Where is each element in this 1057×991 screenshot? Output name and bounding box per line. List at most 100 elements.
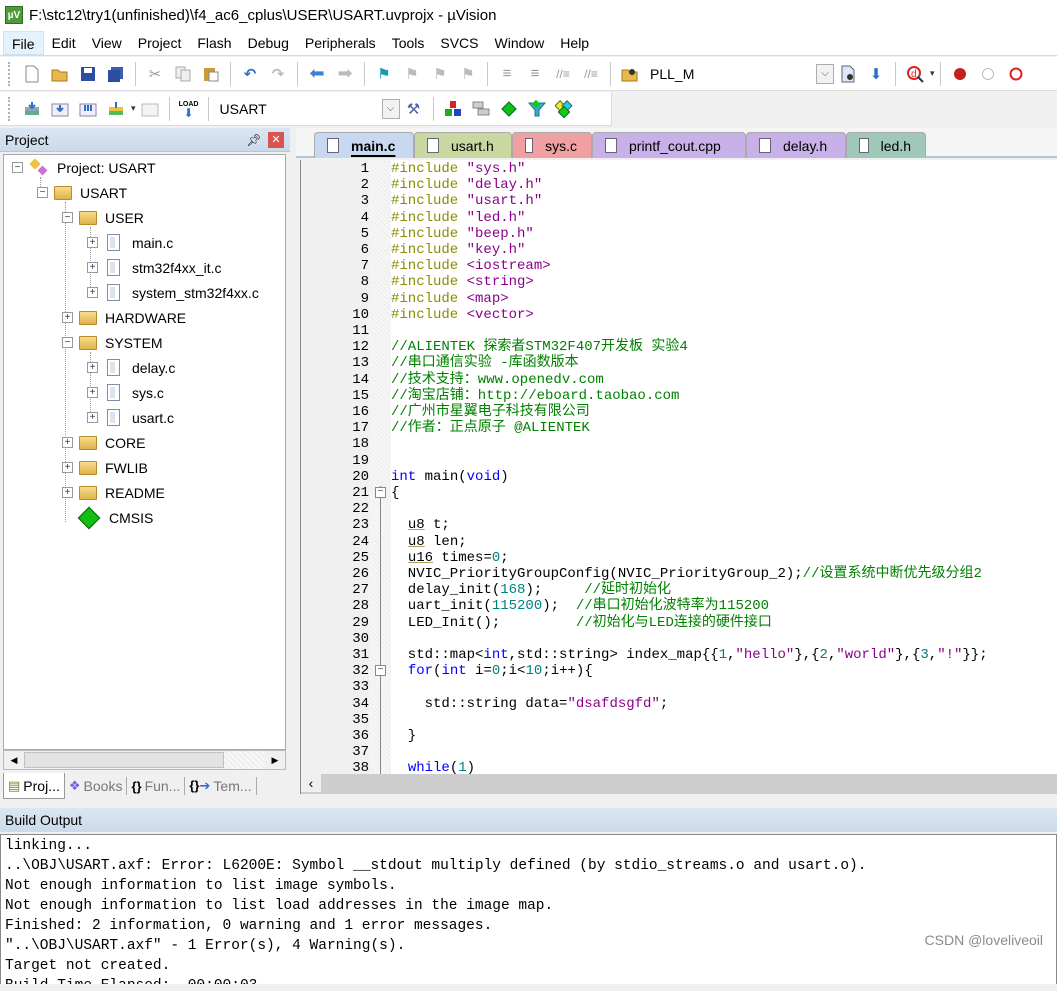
stop-build-icon[interactable] xyxy=(138,97,162,121)
prev-bookmark-icon[interactable]: ⚑ xyxy=(400,62,424,86)
collapse-icon[interactable]: − xyxy=(12,162,23,173)
code-line[interactable]: 8 #include <string> xyxy=(301,274,1057,290)
code-line[interactable]: 10 #include <vector> xyxy=(301,307,1057,323)
build-output-hscrollbar[interactable] xyxy=(0,984,1057,991)
code-line[interactable]: 9 #include <map> xyxy=(301,291,1057,307)
menu-view[interactable]: View xyxy=(84,31,130,55)
editor-tab-usart-h[interactable]: usart.h xyxy=(414,132,512,158)
tree-item-group-user[interactable]: − USER xyxy=(62,205,144,230)
code-line[interactable]: 2 #include "delay.h" xyxy=(301,177,1057,193)
batch-build-dropdown-icon[interactable]: ▾ xyxy=(131,103,136,114)
pack-filter-icon[interactable] xyxy=(525,97,549,121)
code-line[interactable]: 7 #include <iostream> xyxy=(301,258,1057,274)
pack-installer-icon[interactable] xyxy=(553,97,577,121)
tree-item-file-system-stm32f4xx-c[interactable]: + system_stm32f4xx.c xyxy=(87,280,259,305)
scroll-track[interactable] xyxy=(321,774,1057,794)
toolbar-grip[interactable] xyxy=(8,96,12,121)
code-line[interactable]: 31 std::map<int,std::string> index_map{{… xyxy=(301,647,1057,663)
code-editor[interactable]: 1 #include "sys.h" 2 #include "delay.h" 3 #in… xyxy=(300,160,1057,774)
editor-tab-sys-c[interactable]: sys.c xyxy=(512,132,592,158)
editor-tab-printf-cout-cpp[interactable]: printf_cout.cpp xyxy=(592,132,746,158)
code-line[interactable]: 34 std::string data="dsafdsgfd"; xyxy=(301,696,1057,712)
uncomment-icon[interactable]: //≡ xyxy=(579,62,603,86)
code-line[interactable]: 27 delay_init(168); //延时初始化 xyxy=(301,582,1057,598)
tab-books[interactable]: ❖ Books xyxy=(65,773,127,799)
save-all-icon[interactable] xyxy=(104,62,128,86)
tree-item-file-delay-c[interactable]: + delay.c xyxy=(87,355,175,380)
save-icon[interactable] xyxy=(76,62,100,86)
tree-item-group-core[interactable]: + CORE xyxy=(62,430,145,455)
editor-tab-delay-h[interactable]: delay.h xyxy=(746,132,846,158)
expand-icon[interactable]: + xyxy=(87,412,98,423)
options-for-target-icon[interactable]: ⚒ xyxy=(402,97,426,121)
comment-icon[interactable]: //≡ xyxy=(551,62,575,86)
target-combo-value[interactable]: USART xyxy=(214,101,382,117)
tree-item-group-hardware[interactable]: + HARDWARE xyxy=(62,305,186,330)
scroll-right-icon[interactable]: ▶ xyxy=(265,751,285,769)
tree-item-file-usart-c[interactable]: + usart.c xyxy=(87,405,174,430)
navigate-back-icon[interactable]: ⬅ xyxy=(305,62,329,86)
find-icon[interactable] xyxy=(836,62,860,86)
code-line[interactable]: 12 //ALIENTEK 探索者STM32F407开发板 实验4 xyxy=(301,339,1057,355)
code-line[interactable]: 17 //作者：正点原子 @ALIENTEK xyxy=(301,420,1057,436)
navigate-forward-icon[interactable]: ➡ xyxy=(333,62,357,86)
debug-session-icon[interactable]: d xyxy=(903,62,927,86)
code-line[interactable]: 4 #include "led.h" xyxy=(301,210,1057,226)
batch-build-icon[interactable] xyxy=(104,97,128,121)
expand-icon[interactable]: + xyxy=(87,237,98,248)
kill-breakpoints-icon[interactable] xyxy=(1004,62,1028,86)
code-line[interactable]: 25 u16 times=0; xyxy=(301,550,1057,566)
scroll-thumb[interactable] xyxy=(24,752,224,768)
find-combo[interactable]: PLL_M ⌵ xyxy=(644,62,834,86)
code-line[interactable]: 33 xyxy=(301,679,1057,695)
expand-icon[interactable]: + xyxy=(87,262,98,273)
cut-icon[interactable]: ✂ xyxy=(143,62,167,86)
code-line[interactable]: 24 u8 len; xyxy=(301,534,1057,550)
code-line[interactable]: 5 #include "beep.h" xyxy=(301,226,1057,242)
tab-functions[interactable]: {} Fun... xyxy=(127,773,184,799)
expand-icon[interactable]: + xyxy=(62,462,73,473)
menu-window[interactable]: Window xyxy=(487,31,553,55)
menu-debug[interactable]: Debug xyxy=(240,31,297,55)
tree-item-file-stm32f4xx-it-c[interactable]: + stm32f4xx_it.c xyxy=(87,255,221,280)
indent-icon[interactable]: ≡ xyxy=(495,62,519,86)
code-line[interactable]: 32− for(int i=0;i<10;i++){ xyxy=(301,663,1057,679)
code-line[interactable]: 14 //技术支持：www.openedv.com xyxy=(301,372,1057,388)
menu-tools[interactable]: Tools xyxy=(384,31,433,55)
manage-project-items-icon[interactable] xyxy=(441,97,465,121)
menu-svcs[interactable]: SVCS xyxy=(432,31,486,55)
pin-icon[interactable]: 📌︎ xyxy=(246,133,262,147)
new-file-icon[interactable] xyxy=(20,62,44,86)
code-line[interactable]: 28 uart_init(115200); //串口初始化波特率为115200 xyxy=(301,598,1057,614)
build-output-window[interactable]: linking... ..\OBJ\USART.axf: Error: L6200… xyxy=(0,834,1057,991)
debug-dropdown-icon[interactable]: ▾ xyxy=(930,68,935,79)
enable-breakpoint-icon[interactable] xyxy=(976,62,1000,86)
select-packs-icon[interactable] xyxy=(469,97,493,121)
menu-help[interactable]: Help xyxy=(552,31,597,55)
fold-collapse-icon[interactable]: − xyxy=(375,487,386,498)
editor-hscrollbar[interactable]: ‹ xyxy=(300,774,1057,794)
undo-icon[interactable]: ↶ xyxy=(238,62,262,86)
manage-rte-icon[interactable] xyxy=(497,97,521,121)
expand-icon[interactable]: + xyxy=(87,387,98,398)
scroll-left-icon[interactable]: ◀ xyxy=(4,751,24,769)
expand-icon[interactable]: + xyxy=(87,287,98,298)
code-line[interactable]: 35 xyxy=(301,712,1057,728)
code-line[interactable]: 6 #include "key.h" xyxy=(301,242,1057,258)
code-line[interactable]: 29 LED_Init(); //初始化与LED连接的硬件接口 xyxy=(301,615,1057,631)
rebuild-icon[interactable] xyxy=(76,97,100,121)
code-line[interactable]: 16 //广州市星翼电子科技有限公司 xyxy=(301,404,1057,420)
tree-item-file-main-c[interactable]: + main.c xyxy=(87,230,173,255)
toolbar-grip[interactable] xyxy=(8,61,12,86)
tree-item-project[interactable]: − Project: USART xyxy=(12,155,156,180)
expand-icon[interactable]: + xyxy=(62,312,73,323)
code-line[interactable]: 38 while(1) xyxy=(301,760,1057,774)
code-line[interactable]: 15 //淘宝店铺：http://eboard.taobao.com xyxy=(301,388,1057,404)
tree-item-cmsis[interactable]: CMSIS xyxy=(77,505,153,530)
build-icon[interactable] xyxy=(48,97,72,121)
close-panel-icon[interactable]: ✕ xyxy=(268,131,284,148)
clear-bookmarks-icon[interactable]: ⚑ xyxy=(456,62,480,86)
scroll-track[interactable] xyxy=(224,751,265,769)
menu-file[interactable]: File xyxy=(3,30,44,55)
project-tree-hscrollbar[interactable]: ◀ ▶ xyxy=(3,750,286,770)
